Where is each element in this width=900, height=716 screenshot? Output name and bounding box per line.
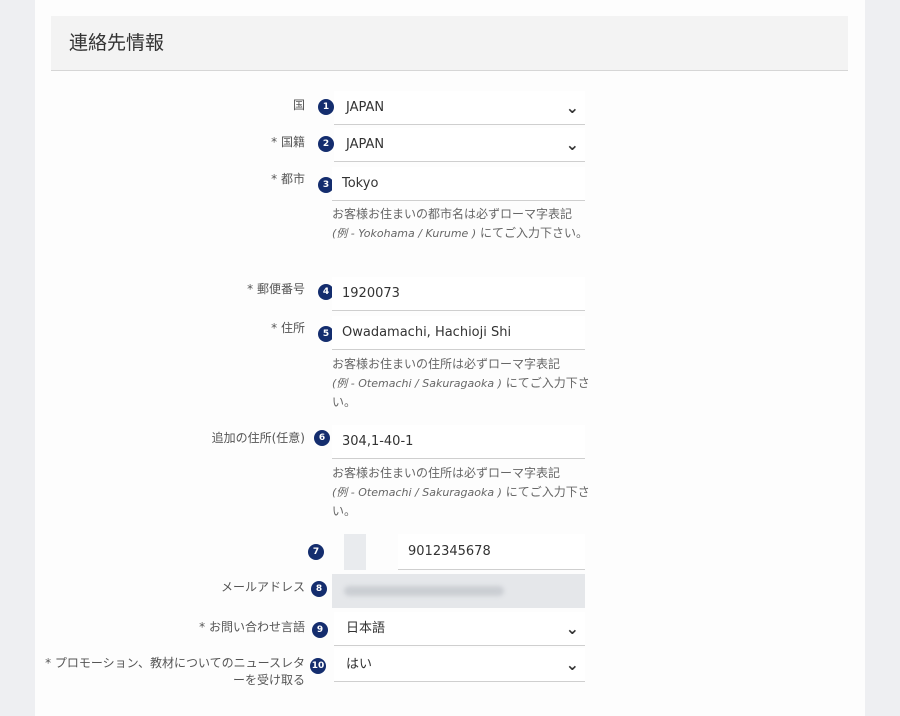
step-badge-2: 2 <box>318 136 334 152</box>
blurred-email <box>344 586 504 596</box>
newsletter-value: はい <box>346 657 373 672</box>
country-label: 国 <box>292 98 305 112</box>
address-help-text: お客様お住まいの住所は必ずローマ字表記 (例 - Otemachi / Saku… <box>332 355 590 412</box>
contact-language-label: * お問い合わせ言語 <box>199 620 305 634</box>
address-help-main: お客様お住まいの住所は必ずローマ字表記 <box>332 357 561 371</box>
step-badge-6: 6 <box>314 430 330 446</box>
additional-address-label: 追加の住所(任意) <box>211 431 305 445</box>
city-help-example: (例 - Yokohama / Kurume ) <box>332 227 477 240</box>
additional-address-help-example: (例 - Otemachi / Sakuragaoka ) <box>332 486 502 499</box>
additional-address-help-main: お客様お住まいの住所は必ずローマ字表記 <box>332 466 561 480</box>
country-value: JAPAN <box>346 100 385 115</box>
nationality-value: JAPAN <box>346 137 385 152</box>
postal-code-label: * 郵便番号 <box>247 282 305 296</box>
city-help-main: お客様お住まいの都市名は必ずローマ字表記 <box>332 207 573 221</box>
chevron-down-icon: ⌄ <box>565 619 579 638</box>
country-select[interactable]: JAPAN ⌄ <box>334 91 585 125</box>
additional-address-help-text: お客様お住まいの住所は必ずローマ字表記 (例 - Otemachi / Saku… <box>332 464 590 521</box>
step-badge-9: 9 <box>312 622 328 638</box>
address-label: * 住所 <box>271 321 305 335</box>
city-label: * 都市 <box>271 172 305 186</box>
newsletter-select[interactable]: はい ⌄ <box>334 648 585 682</box>
phone-input[interactable]: 9012345678 <box>398 534 585 570</box>
step-badge-7: 7 <box>308 544 324 560</box>
address-help-example: (例 - Otemachi / Sakuragaoka ) <box>332 377 502 390</box>
contact-language-select[interactable]: 日本語 ⌄ <box>334 612 585 646</box>
chevron-down-icon: ⌄ <box>565 135 579 154</box>
newsletter-label: * プロモーション、教材についてのニュースレターを受け取る <box>45 656 305 687</box>
step-badge-8: 8 <box>311 581 327 597</box>
email-label: メールアドレス <box>220 580 305 594</box>
nationality-label: * 国籍 <box>271 135 305 149</box>
email-field <box>332 574 585 608</box>
postal-code-input[interactable]: 1920073 <box>332 277 585 311</box>
chevron-down-icon: ⌄ <box>565 655 579 674</box>
nationality-select[interactable]: JAPAN ⌄ <box>334 128 585 162</box>
address-input[interactable]: Owadamachi, Hachioji Shi <box>332 316 585 350</box>
phone-country-code[interactable] <box>344 534 366 570</box>
city-help-text: お客様お住まいの都市名は必ずローマ字表記 (例 - Yokohama / Kur… <box>332 205 590 243</box>
card-header: 連絡先情報 <box>51 16 848 71</box>
step-badge-10: 10 <box>310 658 326 674</box>
additional-address-input[interactable]: 304,1-40-1 <box>332 425 585 459</box>
city-help-tail: にてご入力下さい。 <box>479 226 588 240</box>
contact-language-value: 日本語 <box>346 621 386 636</box>
chevron-down-icon: ⌄ <box>565 98 579 117</box>
step-badge-1: 1 <box>318 99 334 115</box>
city-input[interactable]: Tokyo <box>332 167 585 201</box>
page-title: 連絡先情報 <box>69 32 165 54</box>
